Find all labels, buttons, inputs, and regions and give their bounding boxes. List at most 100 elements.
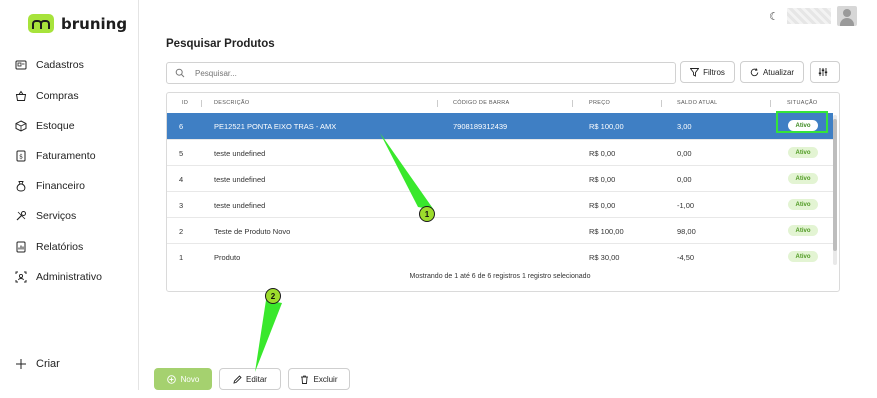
edit-button[interactable]: Editar (219, 368, 281, 390)
cell-balance: -1,00 (677, 201, 695, 210)
column-separator (770, 100, 771, 107)
column-header-status[interactable]: SITUAÇÃO (787, 100, 818, 106)
table-row[interactable]: 2 Teste de Produto Novo R$ 100,00 98,00 … (167, 217, 833, 243)
cell-balance: -4,50 (677, 253, 695, 262)
sidebar-item-label: Financeiro (36, 180, 86, 192)
cell-balance: 0,00 (677, 175, 692, 184)
cell-price: R$ 30,00 (589, 253, 620, 262)
table-footer-info: Mostrando de 1 até 6 de 6 registros 1 re… (409, 273, 591, 280)
user-name-blurred (787, 8, 831, 24)
status-badge: Ativo (788, 251, 818, 262)
sliders-icon (818, 68, 828, 76)
search-box (166, 62, 676, 84)
sidebar-item-label: Compras (36, 90, 79, 102)
table-row[interactable]: 4 teste undefined R$ 0,00 0,00 Ativo (167, 165, 833, 191)
cell-id: 2 (179, 227, 184, 236)
id-card-icon (15, 59, 27, 71)
cell-description: Produto (214, 253, 241, 262)
sidebar-item-cadastros[interactable]: Cadastros (15, 59, 84, 71)
status-badge: Ativo (788, 225, 818, 236)
column-separator (572, 100, 573, 107)
sidebar-item-administrativo[interactable]: Administrativo (15, 271, 102, 283)
search-input[interactable] (193, 67, 657, 79)
plus-icon (15, 358, 27, 370)
cell-price: R$ 100,00 (589, 227, 624, 236)
svg-text:$: $ (19, 154, 23, 161)
annotation-callout-2: 2 (265, 288, 281, 304)
sidebar-item-label: Faturamento (36, 150, 96, 162)
invoice-icon: $ (15, 150, 27, 162)
tools-icon (15, 210, 27, 222)
sidebar-item-label: Relatórios (36, 241, 84, 253)
avatar[interactable] (837, 6, 857, 26)
filters-button[interactable]: Filtros (680, 61, 735, 83)
sidebar-item-estoque[interactable]: Estoque (15, 120, 75, 132)
brand-logo[interactable]: bruning (28, 14, 127, 33)
table-row[interactable]: 5 teste undefined R$ 0,00 0,00 Ativo (167, 139, 833, 165)
status-badge: Ativo (788, 173, 818, 184)
cell-id: 4 (179, 175, 184, 184)
sidebar-item-compras[interactable]: Compras (15, 90, 79, 102)
cell-id: 6 (179, 122, 184, 131)
column-header-price[interactable]: PREÇO (589, 100, 610, 106)
delete-label: Excluir (313, 374, 338, 384)
column-separator (201, 100, 202, 107)
column-settings-button[interactable] (810, 61, 840, 83)
report-icon (15, 241, 27, 253)
new-button[interactable]: Novo (154, 368, 212, 390)
sidebar-item-relatorios[interactable]: Relatórios (15, 241, 83, 253)
annotation-arrow-2 (255, 300, 282, 372)
status-badge: Ativo (788, 199, 818, 210)
plus-circle-icon (166, 374, 176, 384)
cell-description: PE12521 PONTA EIXO TRAS - AMX (214, 122, 337, 131)
sidebar-item-servicos[interactable]: Serviços (15, 210, 76, 222)
annotation-highlight-box (776, 111, 828, 133)
sidebar-item-label: Serviços (36, 210, 77, 222)
sidebar: bruning Cadastros Compras Estoque $ Fatu… (0, 0, 139, 390)
sidebar-item-faturamento[interactable]: $ Faturamento (15, 150, 96, 162)
brand-name: bruning (61, 14, 128, 33)
cell-price: R$ 100,00 (589, 122, 624, 131)
search-icon (175, 68, 185, 78)
header-user-area: ☾ (769, 6, 857, 26)
column-header-barcode[interactable]: CÓDIGO DE BARRA (453, 100, 509, 106)
table-row[interactable]: 3 teste undefined R$ 0,00 -1,00 Ativo (167, 191, 833, 217)
sidebar-item-financeiro[interactable]: Financeiro (15, 180, 85, 192)
admin-icon (15, 271, 27, 283)
moon-icon[interactable]: ☾ (769, 10, 779, 23)
cell-price: R$ 0,00 (589, 175, 616, 184)
column-separator (437, 100, 438, 107)
cell-id: 5 (179, 149, 184, 158)
brand-logo-icon (28, 14, 54, 33)
trash-icon (301, 375, 309, 384)
cell-balance: 3,00 (677, 122, 692, 131)
cell-price: R$ 0,00 (589, 201, 616, 210)
cell-price: R$ 0,00 (589, 149, 616, 158)
new-label: Novo (180, 374, 200, 384)
refresh-icon (750, 67, 759, 76)
cell-description: Teste de Produto Novo (214, 227, 291, 236)
column-header-description[interactable]: DESCRIÇÃO (214, 100, 249, 106)
cell-balance: 0,00 (677, 149, 692, 158)
cell-id: 1 (179, 253, 184, 262)
filters-label: Filtros (703, 67, 725, 77)
table-row[interactable]: 1 Produto R$ 30,00 -4,50 Ativo (167, 243, 833, 269)
filter-icon (690, 67, 700, 77)
sidebar-item-label: Cadastros (36, 59, 84, 71)
delete-button[interactable]: Excluir (288, 368, 350, 390)
table-header: ID DESCRIÇÃO CÓDIGO DE BARRA PREÇO SALDO… (167, 93, 839, 113)
table-row[interactable]: 6 PE12521 PONTA EIXO TRAS - AMX 79081893… (167, 113, 833, 139)
cell-description: teste undefined (214, 201, 266, 210)
sidebar-item-label: Administrativo (36, 271, 102, 283)
table-scrollbar[interactable] (833, 115, 837, 265)
column-separator (661, 100, 662, 107)
column-header-id[interactable]: ID (182, 100, 188, 106)
products-table: ID DESCRIÇÃO CÓDIGO DE BARRA PREÇO SALDO… (166, 92, 840, 292)
scrollbar-thumb[interactable] (833, 119, 837, 251)
money-bag-icon (15, 180, 27, 192)
create-button[interactable]: Criar (15, 358, 60, 370)
column-header-balance[interactable]: SALDO ATUAL (677, 100, 718, 106)
refresh-button[interactable]: Atualizar (740, 61, 804, 83)
cell-barcode: 7908189312439 (453, 122, 508, 131)
cell-balance: 98,00 (677, 227, 696, 236)
